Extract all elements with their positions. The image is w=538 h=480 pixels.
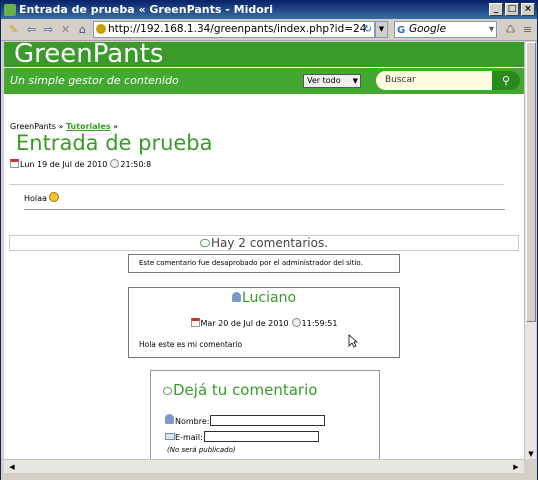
clock-icon	[110, 159, 120, 168]
search-engine-dropdown-icon[interactable]: ▾	[489, 22, 494, 37]
close-button[interactable]: ×	[521, 3, 535, 16]
comment-time: 11:59:51	[301, 319, 338, 328]
google-icon: G	[397, 25, 406, 36]
forward-icon[interactable]: ⇨	[41, 22, 56, 37]
post-time: 21:50:8	[120, 160, 152, 169]
comment-meta: Mar 20 de Jul de 2010 11:59:51	[129, 318, 399, 328]
web-search-field[interactable]: G Google ▾	[394, 21, 497, 38]
url-bar[interactable]: http://192.168.1.34/greenpants/index.php…	[93, 21, 375, 38]
post-date: Lun 19 de Jul de 2010	[20, 160, 108, 169]
trash-icon[interactable]: ♺	[503, 22, 518, 37]
site-header: GreenPants Un simple gestor de contenido…	[4, 42, 524, 94]
web-search-placeholder: Google	[409, 23, 447, 35]
stop-icon[interactable]: ✕	[58, 22, 73, 37]
search-icon: ⚲	[501, 74, 511, 87]
horizontal-scrollbar[interactable]: ◀ ▶	[4, 459, 524, 473]
status-bar	[1, 473, 537, 480]
back-icon[interactable]: ⇦	[24, 22, 39, 37]
clock-icon	[291, 318, 301, 327]
url-history-dropdown[interactable]: ▼	[375, 21, 388, 38]
reply-title: Dejá tu comentario	[163, 381, 317, 399]
scroll-left-icon[interactable]: ◀	[6, 461, 18, 473]
view-filter-label: Ver todo	[307, 76, 341, 85]
site-tagline: Un simple gestor de contenido	[10, 74, 179, 87]
scroll-down-icon[interactable]: ▼	[526, 449, 536, 459]
post-body-text: Holaa	[24, 194, 47, 203]
navigation-toolbar: ✎ ⇦ ⇨ ✕ ⌂ http://192.168.1.34/greenpants…	[1, 19, 537, 41]
site-search-button[interactable]: ⚲	[492, 71, 520, 90]
post-meta: Lun 19 de Jul de 2010 21:50:8	[10, 159, 151, 169]
breadcrumb-home[interactable]: GreenPants	[10, 122, 56, 131]
name-row: Nombre:	[165, 414, 326, 426]
reply-title-text: Dejá tu comentario	[173, 381, 318, 399]
site-search-placeholder: Buscar	[385, 75, 416, 85]
home-icon[interactable]: ⌂	[75, 22, 90, 37]
smiley-icon	[49, 192, 60, 202]
comment-author-name: Luciano	[241, 290, 297, 306]
calendar-icon	[190, 318, 200, 327]
post-title: Entrada de prueba	[16, 131, 213, 155]
name-label: Nombre:	[175, 417, 210, 426]
page-viewport: GreenPants Un simple gestor de contenido…	[4, 42, 524, 459]
comment-heart-icon	[163, 387, 172, 395]
email-hint: (No será publicado)	[167, 446, 236, 454]
divider	[24, 209, 505, 210]
view-filter-select[interactable]: Ver todo ▼	[303, 74, 361, 88]
menu-icon[interactable]: ≡	[520, 22, 535, 37]
breadcrumb: GreenPants » Tutoriales »	[10, 122, 118, 131]
breadcrumb-separator: »	[58, 122, 64, 131]
new-tab-icon[interactable]: ✎	[6, 22, 21, 37]
email-label: E-mail:	[175, 433, 203, 442]
comment-item: Este comentario fue desaprobado por el a…	[128, 254, 400, 273]
maximize-button[interactable]: □	[505, 3, 519, 16]
scrollbar-thumb[interactable]	[526, 42, 536, 322]
user-icon	[165, 414, 174, 424]
midori-app-icon	[4, 4, 16, 16]
post-body: Holaa	[24, 192, 60, 203]
user-icon	[231, 292, 241, 302]
reload-icon[interactable]: ↻	[364, 22, 372, 37]
window-title: Entrada de prueba « GreenPants - Midori	[19, 3, 273, 16]
url-text: http://192.168.1.34/greenpants/index.php…	[108, 23, 367, 35]
comment-text: Este comentario fue desaprobado por el a…	[139, 259, 363, 267]
email-row: E-mail:	[165, 431, 319, 442]
chevron-down-icon: ▼	[352, 77, 358, 85]
site-favicon-icon	[96, 24, 106, 34]
site-tagbar: Un simple gestor de contenido Ver todo ▼…	[4, 67, 524, 94]
comments-count: Hay 2 comentarios.	[210, 236, 329, 250]
email-field[interactable]	[203, 431, 319, 442]
mouse-cursor-icon	[348, 334, 358, 348]
comment-text: Hola este es mi comentario	[139, 340, 243, 349]
title-bar: Entrada de prueba « GreenPants - Midori …	[1, 1, 537, 19]
comment-date: Mar 20 de Jul de 2010	[200, 319, 289, 328]
scroll-right-icon[interactable]: ▶	[510, 461, 522, 473]
reply-form: Dejá tu comentario Nombre: E-mail: (No s…	[150, 370, 380, 459]
mail-icon	[165, 433, 175, 440]
vertical-scrollbar[interactable]: ▼	[524, 42, 536, 459]
breadcrumb-separator-tail: »	[113, 122, 119, 131]
site-search-input[interactable]: Buscar	[376, 71, 492, 90]
calendar-icon	[10, 159, 19, 168]
breadcrumb-section-link[interactable]: Tutoriales	[66, 122, 111, 131]
browser-window: Entrada de prueba « GreenPants - Midori …	[0, 0, 538, 480]
minimize-button[interactable]: _	[489, 3, 503, 16]
comment-bubble-icon	[199, 239, 210, 247]
site-title[interactable]: GreenPants	[14, 42, 163, 67]
comment-item: Luciano Mar 20 de Jul de 2010 11:59:51 Ho…	[128, 287, 400, 358]
name-field[interactable]	[210, 415, 326, 426]
comments-header: Hay 2 comentarios.	[9, 235, 519, 251]
comment-author: Luciano	[129, 290, 399, 306]
divider	[9, 184, 504, 185]
